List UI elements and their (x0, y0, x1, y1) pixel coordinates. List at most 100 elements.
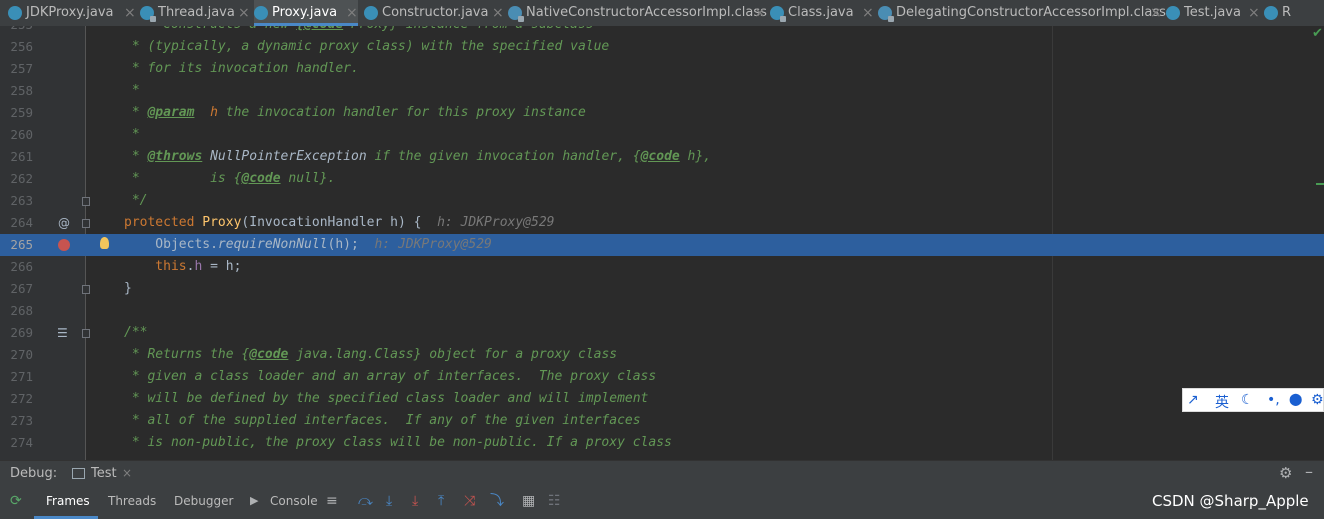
line-number[interactable]: 268 (0, 300, 33, 322)
close-icon[interactable]: × (754, 0, 766, 26)
close-icon[interactable]: × (492, 0, 504, 26)
ime-settings-icon[interactable]: ⚙ (1311, 392, 1324, 408)
rerun-icon[interactable]: ⟳ (10, 493, 22, 509)
ime-expand-icon[interactable]: ↗ (1187, 392, 1199, 408)
code-line[interactable]: 255 * Constructs a new {@code Proxy} ins… (0, 26, 1324, 36)
line-number[interactable]: 256 (0, 36, 33, 58)
code-token: * (typically, a dynamic proxy class) wit… (124, 39, 610, 54)
tab-console[interactable]: Console (270, 494, 318, 508)
code-line[interactable]: 265 Objects.requireNonNull(h); h: JDKPro… (0, 234, 1324, 256)
tab-jdkproxy-java[interactable]: JDKProxy.java × (8, 0, 136, 26)
tab-label: Test.java (1184, 5, 1241, 20)
fold-marker-icon[interactable] (82, 219, 90, 228)
line-number[interactable]: 257 (0, 58, 33, 80)
line-number[interactable]: 265 (0, 234, 33, 256)
line-number[interactable]: 264 (0, 212, 33, 234)
menu-icon[interactable]: ≡ (326, 493, 338, 509)
code-line[interactable]: 266 this.h = h; (0, 256, 1324, 278)
ime-user-icon[interactable]: ⬤ (1289, 392, 1302, 406)
line-number[interactable]: 270 (0, 344, 33, 366)
code-text: * is non-public, the proxy class will be… (124, 432, 672, 454)
close-icon[interactable]: × (1248, 0, 1260, 26)
line-number[interactable]: 258 (0, 80, 33, 102)
code-text: * all of the supplied interfaces. If any… (124, 410, 641, 432)
intention-bulb-icon[interactable] (100, 237, 109, 249)
close-icon[interactable]: × (124, 0, 136, 26)
line-number[interactable]: 260 (0, 124, 33, 146)
tab-debugger[interactable]: Debugger (174, 494, 233, 508)
tab-threads[interactable]: Threads (108, 494, 156, 508)
fold-marker-icon[interactable] (82, 285, 90, 294)
code-line[interactable]: 264 protected Proxy(InvocationHandler h) … (0, 212, 1324, 234)
close-icon[interactable]: × (238, 0, 250, 26)
line-number[interactable]: 274 (0, 432, 33, 454)
tab-delegatingconstructoraccessorimpl-class[interactable]: DelegatingConstructorAccessorImpl.class × (878, 0, 1166, 26)
code-editor[interactable]: 255 * Constructs a new {@code Proxy} ins… (0, 26, 1324, 460)
minimize-icon[interactable]: – (1305, 462, 1313, 481)
code-token: * Constructs a new (124, 26, 296, 32)
code-line[interactable]: 257 * for its invocation handler. (0, 58, 1324, 80)
tab-thread-java[interactable]: Thread.java × (140, 0, 250, 26)
line-number[interactable]: 262 (0, 168, 33, 190)
line-number[interactable]: 269 (0, 322, 33, 344)
trace-icon[interactable]: ☷ (548, 493, 561, 509)
tab-constructor-java[interactable]: Constructor.java × (364, 0, 504, 26)
tab-class-java[interactable]: Class.java × (770, 0, 874, 26)
step-out-icon[interactable]: ⤒ (438, 493, 444, 509)
close-icon[interactable]: × (346, 0, 358, 26)
code-line[interactable]: 261 * @throws NullPointerException if th… (0, 146, 1324, 168)
gear-icon[interactable]: ⚙ (1279, 464, 1292, 482)
code-line[interactable]: 274 * is non-public, the proxy class wil… (0, 432, 1324, 454)
step-into-icon[interactable]: ⤓ (412, 493, 418, 509)
tab-test-java[interactable]: Test.java × (1166, 0, 1260, 26)
scrollbar-marker[interactable] (1316, 183, 1324, 185)
tab-nativeconstructoraccessorimpl-class[interactable]: NativeConstructorAccessorImpl.class × (508, 0, 767, 26)
line-number[interactable]: 266 (0, 256, 33, 278)
drop-frame-icon[interactable]: ⤨ (464, 493, 475, 509)
code-line[interactable]: 270 * Returns the {@code java.lang.Class… (0, 344, 1324, 366)
tab-proxy-java[interactable]: Proxy.java × (254, 0, 358, 26)
line-number[interactable]: 271 (0, 366, 33, 388)
code-line[interactable]: 259 * @param h the invocation handler fo… (0, 102, 1324, 124)
code-line[interactable]: 268 (0, 300, 1324, 322)
close-icon[interactable]: × (862, 0, 874, 26)
file-type-icon (1264, 6, 1278, 20)
line-number[interactable]: 272 (0, 388, 33, 410)
line-number[interactable]: 273 (0, 410, 33, 432)
fold-marker-icon[interactable] (82, 197, 90, 206)
ime-punctuation-icon[interactable]: •, (1267, 392, 1280, 408)
overrides-marker-icon[interactable]: @ (58, 212, 70, 234)
code-line[interactable]: 262 * is {@code null}. (0, 168, 1324, 190)
ime-toolbar[interactable]: ↗ 英 ☾ •, ⬤ ⚙ (1182, 388, 1324, 412)
run-to-cursor-icon[interactable]: ⤵ (490, 493, 504, 509)
line-number[interactable]: 255 (0, 26, 33, 36)
code-line[interactable]: 271 * given a class loader and an array … (0, 366, 1324, 388)
tab-r[interactable]: R (1264, 0, 1324, 26)
close-icon[interactable]: × (1150, 0, 1162, 26)
fold-marker-icon[interactable] (82, 329, 90, 338)
code-line[interactable]: 273 * all of the supplied interfaces. If… (0, 410, 1324, 432)
code-line[interactable]: 269 /** (0, 322, 1324, 344)
code-line[interactable]: 256 * (typically, a dynamic proxy class)… (0, 36, 1324, 58)
step-over-icon[interactable]: ⤓ (386, 493, 392, 509)
line-number[interactable]: 263 (0, 190, 33, 212)
line-number[interactable]: 259 (0, 102, 33, 124)
tab-frames[interactable]: Frames (46, 494, 90, 508)
javadoc-toggle-icon[interactable]: ☰ (57, 322, 68, 344)
code-line[interactable]: 272 * will be defined by the specified c… (0, 388, 1324, 410)
debug-session-tab[interactable]: Test (91, 466, 117, 481)
close-icon[interactable]: × (122, 466, 132, 480)
inspection-ok-icon[interactable]: ✔ (1312, 26, 1323, 41)
show-execution-point-icon[interactable]: ⤼ (358, 493, 373, 509)
ime-language-toggle[interactable]: 英 (1215, 392, 1229, 412)
code-line[interactable]: 258 * (0, 80, 1324, 102)
evaluate-expression-icon[interactable]: ▦ (522, 493, 535, 509)
ime-moon-icon[interactable]: ☾ (1241, 392, 1254, 408)
line-number[interactable]: 261 (0, 146, 33, 168)
code-line[interactable]: 263 */ (0, 190, 1324, 212)
code-line[interactable]: 267} (0, 278, 1324, 300)
line-number[interactable]: 267 (0, 278, 33, 300)
breakpoint-icon[interactable] (58, 239, 70, 251)
code-line[interactable]: 260 * (0, 124, 1324, 146)
